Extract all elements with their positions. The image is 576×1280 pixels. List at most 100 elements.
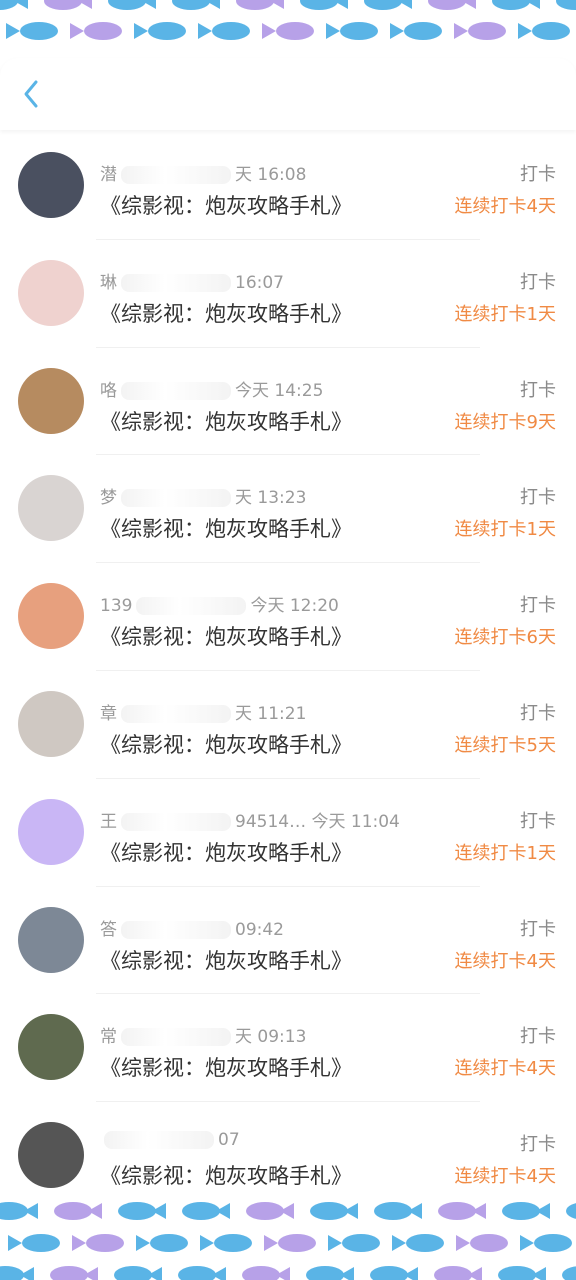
fish-decoration	[8, 1234, 60, 1252]
post-time: 94514… 今天 11:04	[235, 811, 400, 832]
post-time: 今天 12:20	[250, 596, 339, 617]
user-meta: 王 94514… 今天 11:04	[100, 807, 400, 832]
user-name: 章	[100, 703, 117, 724]
streak-label: 连续打卡9天	[454, 411, 556, 433]
checkin-type-label: 打卡	[520, 1026, 556, 1048]
user-name: 常	[100, 1027, 117, 1048]
streak-label: 连续打卡4天	[454, 1058, 556, 1080]
book-title[interactable]: 《综影视：炮灰攻略手札》	[100, 298, 352, 328]
checkin-type-label: 打卡	[520, 271, 556, 293]
post-time: 09:42	[235, 919, 284, 940]
list-item[interactable]: 咯 今天 14:25 《综影视：炮灰攻略手札》 打卡 连续打卡9天	[0, 348, 576, 456]
avatar[interactable]	[18, 583, 84, 650]
post-time: 天 16:08	[235, 165, 307, 185]
book-title[interactable]: 《综影视：炮灰攻略手札》	[100, 1052, 352, 1082]
checkin-type-label: 打卡	[520, 595, 556, 617]
list-item[interactable]: 梦 天 13:23 《综影视：炮灰攻略手札》 打卡 连续打卡1天	[0, 455, 576, 564]
user-name: 王	[100, 811, 117, 832]
fish-decoration	[70, 22, 122, 40]
fish-decoration	[118, 1202, 170, 1220]
avatar[interactable]	[18, 152, 84, 218]
fish-decoration	[72, 1234, 124, 1252]
post-time: 今天 14:25	[235, 380, 324, 401]
fish-decoration	[134, 22, 186, 40]
streak-label: 连续打卡1天	[454, 842, 556, 864]
streak-label: 连续打卡6天	[454, 627, 556, 649]
fish-decoration	[178, 1266, 230, 1280]
fish-decoration	[502, 1202, 554, 1220]
user-name: 答	[100, 919, 117, 940]
redacted-area	[121, 1028, 231, 1047]
fish-decoration	[566, 1202, 576, 1220]
user-meta: 潜 天 16:08	[100, 160, 306, 185]
redacted-area	[121, 812, 231, 831]
book-title[interactable]: 《综影视：炮灰攻略手札》	[100, 406, 352, 436]
list-item[interactable]: 琳 16:07 《综影视：炮灰攻略手札》 打卡 连续打卡1天	[0, 240, 576, 348]
fish-decoration	[434, 1266, 486, 1280]
redacted-area	[104, 1131, 214, 1150]
fish-decoration	[364, 0, 416, 10]
fish-decoration	[428, 0, 480, 10]
fish-decoration	[44, 0, 96, 10]
fish-decoration	[242, 1266, 294, 1280]
fish-decoration	[0, 1202, 42, 1220]
fish-decoration	[556, 0, 576, 10]
book-title[interactable]: 《综影视：炮灰攻略手札》	[100, 945, 352, 975]
list-item[interactable]: 139 今天 12:20 《综影视：炮灰攻略手札》 打卡连续打卡6天	[0, 563, 576, 671]
checkin-type-label: 打卡	[520, 702, 556, 724]
back-button[interactable]	[16, 76, 46, 112]
user-meta: 139 今天 12:20	[100, 591, 339, 616]
user-meta: 07	[100, 1130, 240, 1150]
fish-decoration	[236, 0, 288, 10]
fish-decoration	[262, 22, 314, 40]
avatar[interactable]	[18, 259, 84, 326]
streak-label: 连续打卡4天	[454, 1166, 556, 1188]
checkin-type-label: 打卡	[520, 1134, 556, 1156]
avatar[interactable]	[18, 798, 84, 865]
avatar[interactable]	[18, 906, 84, 973]
book-title[interactable]: 《综影视：炮灰攻略手札》	[100, 190, 352, 220]
list-item[interactable]: 常 天 09:13 《综影视：炮灰攻略手札》 打卡连续打卡4天	[0, 994, 576, 1103]
fish-decoration	[390, 22, 442, 40]
checkin-list: 潜天 16:08 《综影视：炮灰攻略手札》 打卡 连续打卡4天琳 16:07 《综影视：炮…	[0, 132, 576, 1210]
fish-decoration	[136, 1234, 188, 1252]
list-item[interactable]: 潜 天 16:08 《综影视：炮灰攻略手札》 打卡连续打卡4天	[0, 132, 576, 240]
redacted-area	[121, 273, 231, 292]
fish-decoration	[454, 22, 506, 40]
book-title[interactable]: 《综影视：炮灰攻略手札》	[100, 513, 352, 543]
book-title[interactable]: 《综影视：炮灰攻略手札》	[100, 729, 352, 759]
list-item[interactable]: 答 09:42 《综影视：炮灰攻略手札》 打卡 连续打卡4天	[0, 887, 576, 995]
fish-decoration	[54, 1202, 106, 1220]
nav-bar	[0, 58, 576, 130]
avatar[interactable]	[18, 475, 84, 542]
streak-label: 连续打卡4天	[454, 196, 556, 217]
user-name: 梦	[100, 488, 117, 509]
post-time: 天 09:13	[235, 1027, 307, 1048]
fish-decoration	[392, 1234, 444, 1252]
user-meta: 章 天 11:21	[100, 699, 306, 724]
checkin-type-label: 打卡	[520, 164, 556, 185]
avatar[interactable]	[18, 1014, 84, 1081]
avatar[interactable]	[18, 690, 84, 757]
user-meta: 答 09:42	[100, 915, 284, 940]
fish-decoration	[492, 0, 544, 10]
post-time: 16:07	[235, 272, 284, 293]
book-title[interactable]: 《综影视：炮灰攻略手札》	[100, 1160, 352, 1190]
post-time: 天 11:21	[235, 703, 307, 724]
checkin-type-label: 打卡	[520, 379, 556, 401]
avatar[interactable]	[18, 1122, 84, 1189]
list-item[interactable]: 王 94514… 今天 11:04 《综影视：炮灰攻略手札》 打卡 连续打卡1天	[0, 779, 576, 887]
avatar[interactable]	[18, 367, 84, 434]
checkin-type-label: 打卡	[520, 487, 556, 509]
list-item[interactable]: 章 天 11:21 《综影视：炮灰攻略手札》 打卡 连续打卡5天	[0, 671, 576, 779]
fish-decoration	[310, 1202, 362, 1220]
list-item[interactable]: 07 《综影视：炮灰攻略手札》 打卡连续打卡4天	[0, 1102, 576, 1210]
fish-decoration	[108, 0, 160, 10]
fish-decoration	[370, 1266, 422, 1280]
fish-decoration	[198, 22, 250, 40]
book-title[interactable]: 《综影视：炮灰攻略手札》	[100, 621, 352, 651]
fish-decoration	[438, 1202, 490, 1220]
book-title[interactable]: 《综影视：炮灰攻略手札》	[100, 837, 352, 867]
streak-label: 连续打卡1天	[454, 519, 556, 541]
fish-decoration	[0, 1266, 38, 1280]
